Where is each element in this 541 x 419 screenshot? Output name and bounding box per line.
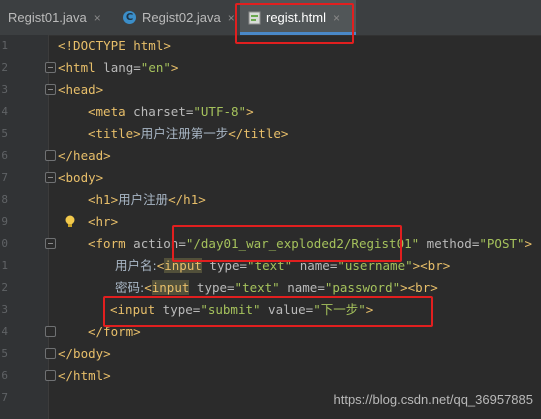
line-number: 7 xyxy=(1,391,8,404)
highlight-box-submit xyxy=(103,296,433,327)
tab-regist01-java[interactable]: Regist01.java × xyxy=(0,0,120,35)
line-number: 3 xyxy=(1,83,8,96)
highlight-box-action xyxy=(172,225,402,262)
code-line-2: <html lang="en"> xyxy=(58,60,179,75)
line-number: 5 xyxy=(1,127,8,140)
tab-regist02-java[interactable]: C Regist02.java × xyxy=(117,0,235,35)
code-line-7: <body> xyxy=(58,170,104,185)
code-line-9: <hr> xyxy=(88,214,119,229)
fold-marker-body[interactable] xyxy=(45,172,56,183)
line-number: 4 xyxy=(1,105,8,118)
code-line-8: <h1>用户注册</h1> xyxy=(88,192,206,207)
code-line-5: <title>用户注册第一步</title> xyxy=(88,126,289,141)
line-number: 4 xyxy=(1,325,8,338)
line-number: 1 xyxy=(1,259,8,272)
tab-label: Regist02.java xyxy=(142,10,221,25)
code-line-6: </head> xyxy=(58,148,111,163)
line-number: 0 xyxy=(1,237,8,250)
line-number: 6 xyxy=(1,149,8,162)
line-number: 2 xyxy=(1,281,8,294)
close-icon[interactable]: × xyxy=(228,11,235,25)
line-number: 5 xyxy=(1,347,8,360)
line-number: 2 xyxy=(1,61,8,74)
line-number: 7 xyxy=(1,171,8,184)
fold-end-marker-html[interactable] xyxy=(45,370,56,381)
line-number: 8 xyxy=(1,193,8,206)
highlight-box-tab xyxy=(235,3,354,44)
tab-label: Regist01.java xyxy=(8,10,87,25)
fold-end-marker-body[interactable] xyxy=(45,348,56,359)
line-number: 3 xyxy=(1,303,8,316)
line-number: 6 xyxy=(1,369,8,382)
close-icon[interactable]: × xyxy=(94,11,101,25)
code-line-1: <!DOCTYPE html> xyxy=(58,38,171,53)
java-class-icon: C xyxy=(123,11,136,24)
watermark-text: https://blog.csdn.net/qq_36957885 xyxy=(333,392,534,407)
fold-marker-html[interactable] xyxy=(45,62,56,73)
line-number: 9 xyxy=(1,215,8,228)
code-line-16: </html> xyxy=(58,368,111,383)
code-line-4: <meta charset="UTF-8"> xyxy=(88,104,254,119)
fold-end-marker-form[interactable] xyxy=(45,326,56,337)
fold-marker-head[interactable] xyxy=(45,84,56,95)
line-number: 1 xyxy=(1,39,8,52)
code-line-3: <head> xyxy=(58,82,104,97)
lightbulb-icon[interactable] xyxy=(64,214,76,228)
fold-marker-form[interactable] xyxy=(45,238,56,249)
code-line-15: </body> xyxy=(58,346,111,361)
fold-end-marker-head[interactable] xyxy=(45,150,56,161)
